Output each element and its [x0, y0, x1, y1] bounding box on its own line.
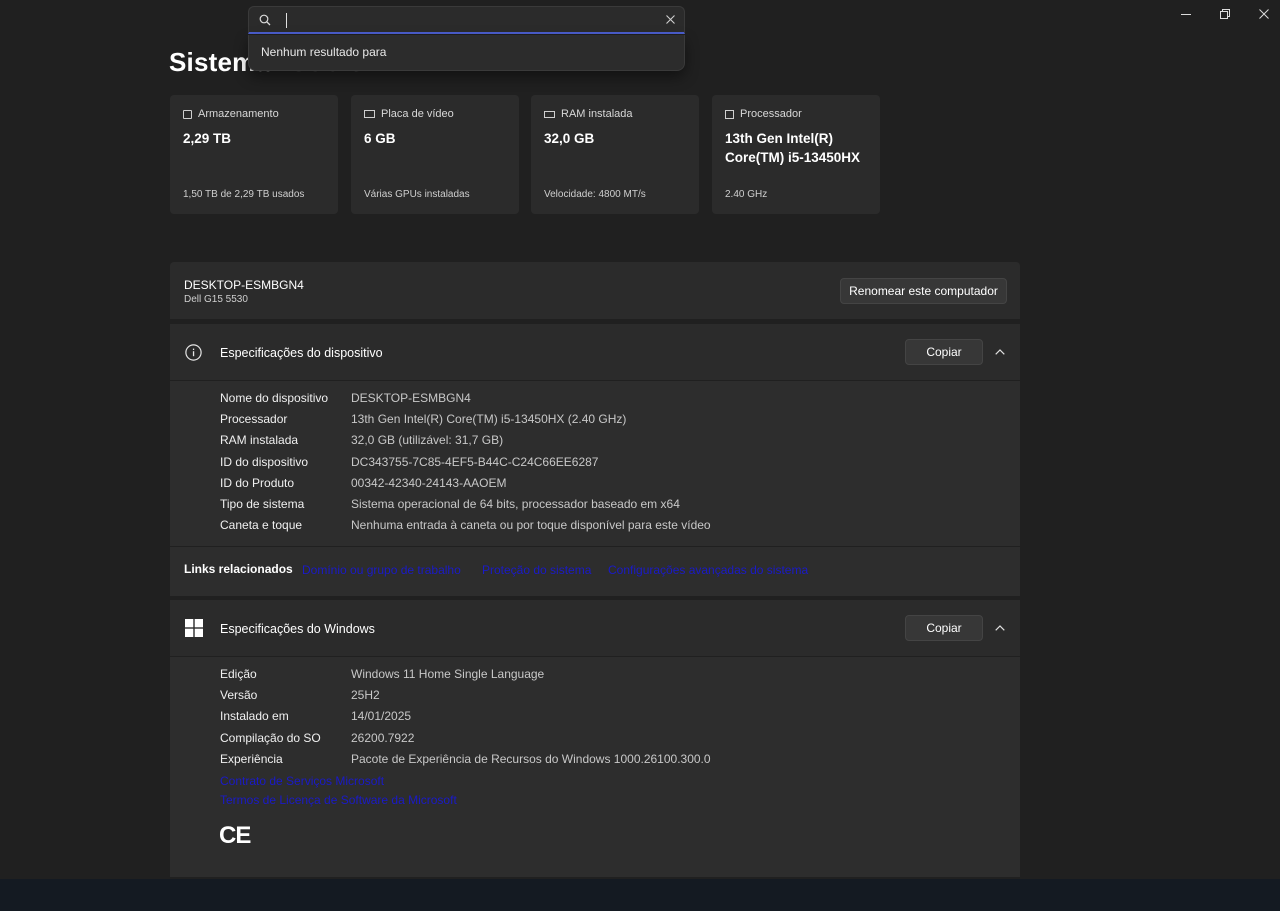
- spec-value: 00342-42340-24143-AAOEM: [351, 476, 507, 490]
- ram-icon: [544, 110, 555, 118]
- spec-label: Nome do dispositivo: [220, 391, 329, 405]
- device-name-panel: DESKTOP-ESMBGN4 Dell G15 5530 Renomear e…: [170, 262, 1020, 319]
- no-results-text: Nenhum resultado para: [261, 45, 387, 59]
- spec-value: Nenhuma entrada à caneta ou por toque di…: [351, 518, 711, 532]
- rename-computer-button[interactable]: Renomear este computador: [840, 278, 1007, 304]
- section-title: Especificações do Windows: [220, 622, 375, 636]
- close-icon: [1259, 9, 1269, 19]
- spec-label: ID do dispositivo: [220, 455, 309, 469]
- card-value: 32,0 GB: [544, 131, 595, 146]
- card-label: Armazenamento: [198, 108, 279, 120]
- spec-label: RAM instalada: [220, 433, 299, 447]
- storage-card[interactable]: Armazenamento 2,29 TB 1,50 TB de 2,29 TB…: [170, 95, 338, 214]
- spec-value: DESKTOP-ESMBGN4: [351, 391, 471, 405]
- related-links-bar: [170, 547, 1020, 596]
- spec-value: 25H2: [351, 688, 380, 702]
- copy-windows-specs-button[interactable]: Copiar: [905, 615, 983, 641]
- windows-specs-header[interactable]: Especificações do Windows Copiar: [170, 600, 1020, 656]
- ram-card[interactable]: RAM instalada 32,0 GB Velocidade: 4800 M…: [531, 95, 699, 214]
- spec-value: 13th Gen Intel(R) Core(TM) i5-13450HX (2…: [351, 412, 627, 426]
- storage-icon: [183, 109, 192, 119]
- clear-search-icon[interactable]: [666, 15, 675, 24]
- section-title: Especificações do dispositivo: [220, 346, 383, 360]
- spec-label: Versão: [220, 688, 258, 702]
- card-value: 13th Gen Intel(R) Core(TM) i5-13450HX: [725, 131, 861, 165]
- card-subtext: Várias GPUs instaladas: [364, 189, 470, 200]
- ce-mark: CE: [219, 822, 251, 849]
- taskbar: [0, 879, 1280, 911]
- chevron-up-icon: [995, 349, 1005, 355]
- card-label: RAM instalada: [561, 108, 633, 120]
- card-subtext: 2.40 GHz: [725, 189, 768, 200]
- close-button[interactable]: [1241, 0, 1280, 28]
- spec-label: Experiência: [220, 752, 283, 766]
- spec-label: Caneta e toque: [220, 518, 303, 532]
- spec-value: Windows 11 Home Single Language: [351, 667, 545, 681]
- windows-logo-icon: [185, 619, 203, 637]
- card-label: Processador: [740, 108, 802, 120]
- collapse-device-specs-button[interactable]: [992, 344, 1008, 360]
- search-input[interactable]: [285, 11, 645, 29]
- windows-specs-body: [170, 657, 1020, 877]
- spec-value: Pacote de Experiência de Recursos do Win…: [351, 752, 711, 766]
- search-results-dropdown: Nenhum resultado para: [248, 35, 685, 71]
- link-system-protection[interactable]: Proteção do sistema: [482, 563, 591, 577]
- gpu-card[interactable]: Placa de vídeo 6 GB Várias GPUs instalad…: [351, 95, 519, 214]
- text-caret: [286, 13, 287, 28]
- device-specs-header[interactable]: Especificações do dispositivo Copiar: [170, 324, 1020, 380]
- link-microsoft-software-license-terms[interactable]: Termos de Licença de Software da Microso…: [220, 793, 457, 807]
- cpu-icon: [725, 109, 734, 119]
- device-model: Dell G15 5530: [184, 294, 248, 305]
- link-domain-workgroup[interactable]: Domínio ou grupo de trabalho: [302, 563, 461, 577]
- restore-icon: [1220, 9, 1230, 19]
- search-box[interactable]: [248, 6, 685, 34]
- spec-label: Instalado em: [220, 709, 289, 723]
- copy-device-specs-button[interactable]: Copiar: [905, 339, 983, 365]
- info-icon: [185, 344, 202, 361]
- spec-value: 26200.7922: [351, 731, 415, 745]
- card-subtext: 1,50 TB de 2,29 TB usados: [183, 189, 305, 200]
- spec-label: Edição: [220, 667, 257, 681]
- related-links-label: Links relacionados: [184, 562, 293, 576]
- search-icon: [259, 14, 271, 26]
- chevron-up-icon: [995, 625, 1005, 631]
- device-name: DESKTOP-ESMBGN4: [184, 278, 304, 292]
- spec-value: 14/01/2025: [351, 709, 412, 723]
- spec-value: DC343755-7C85-4EF5-B44C-C24C66EE6287: [351, 455, 599, 469]
- card-value: 6 GB: [364, 131, 396, 146]
- gpu-icon: [364, 110, 375, 118]
- card-subtext: Velocidade: 4800 MT/s: [544, 189, 646, 200]
- processor-card[interactable]: Processador 13th Gen Intel(R) Core(TM) i…: [712, 95, 880, 214]
- card-value: 2,29 TB: [183, 131, 232, 146]
- spec-value: 32,0 GB (utilizável: 31,7 GB): [351, 433, 504, 447]
- minimize-icon: [1181, 13, 1191, 15]
- link-advanced-system-settings[interactable]: Configurações avançadas do sistema: [608, 563, 808, 577]
- spec-label: Processador: [220, 412, 288, 426]
- link-microsoft-services-agreement[interactable]: Contrato de Serviços Microsoft: [220, 774, 384, 788]
- card-label: Placa de vídeo: [381, 108, 454, 120]
- spec-label: Compilação do SO: [220, 731, 321, 745]
- spec-label: ID do Produto: [220, 476, 295, 490]
- spec-label: Tipo de sistema: [220, 497, 305, 511]
- collapse-windows-specs-button[interactable]: [992, 620, 1008, 636]
- spec-value: Sistema operacional de 64 bits, processa…: [351, 497, 680, 511]
